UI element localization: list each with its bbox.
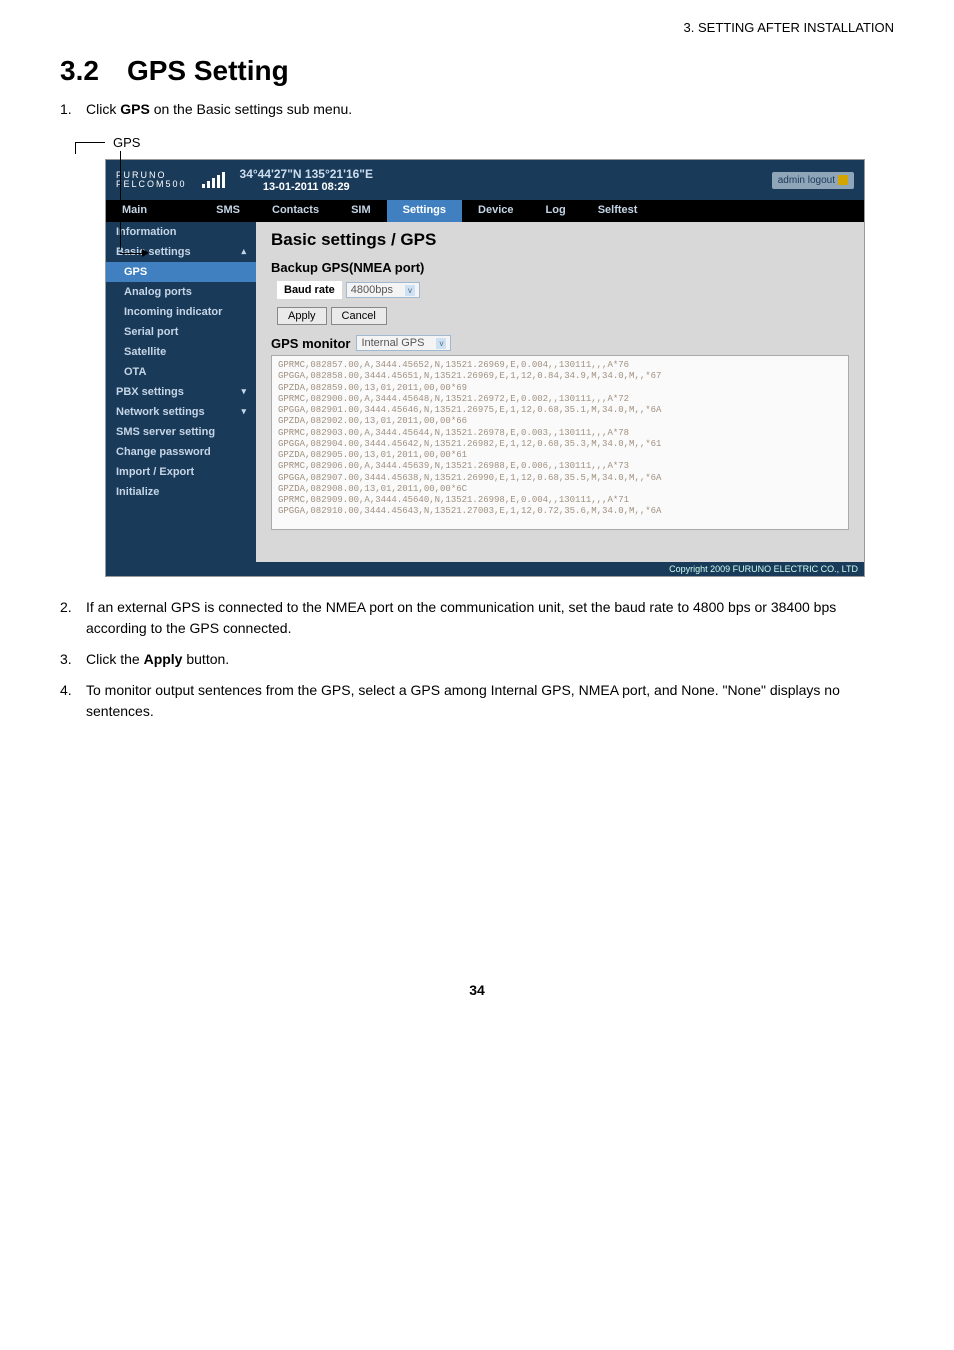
datetime-text: 13-01-2011 08:29 bbox=[240, 181, 373, 193]
sidebar-item-ota[interactable]: OTA bbox=[106, 362, 256, 382]
step-body: If an external GPS is connected to the N… bbox=[86, 597, 894, 639]
content-area: Basic settings / GPS Backup GPS(NMEA por… bbox=[256, 222, 864, 562]
step-body: Click the Apply button. bbox=[86, 649, 894, 670]
baud-rate-select[interactable]: 4800bps v bbox=[346, 282, 420, 298]
step-text: on the Basic settings sub menu. bbox=[150, 101, 352, 117]
header-coords: 34°44'27"N 135°21'16"E 13-01-2011 08:29 bbox=[240, 167, 373, 193]
sidebar-item-gps[interactable]: GPS bbox=[106, 262, 256, 282]
cancel-button[interactable]: Cancel bbox=[331, 307, 387, 325]
model-name: FELCOM500 bbox=[116, 180, 187, 189]
step-2: 2. If an external GPS is connected to th… bbox=[60, 597, 894, 639]
sidebar-item-label: Network settings bbox=[116, 406, 205, 418]
baud-rate-value: 4800bps bbox=[351, 284, 393, 296]
menu-main[interactable]: Main bbox=[106, 200, 163, 222]
section-number: 3.2 bbox=[60, 55, 99, 86]
section-heading: 3.2 GPS Setting bbox=[60, 55, 894, 87]
sidebar-item-sms-server[interactable]: SMS server setting bbox=[106, 422, 256, 442]
indicator-line bbox=[120, 151, 121, 249]
step-number: 2. bbox=[60, 597, 86, 639]
step-3: 3. Click the Apply button. bbox=[60, 649, 894, 670]
lock-icon bbox=[838, 175, 848, 185]
menu-bar: Main SMS Contacts SIM Settings Device Lo… bbox=[106, 200, 864, 222]
gps-monitor-label: GPS monitor bbox=[271, 336, 350, 351]
step-text: Click bbox=[86, 101, 120, 117]
brand-block: FURUNO FELCOM500 bbox=[116, 171, 187, 189]
menu-sim[interactable]: SIM bbox=[335, 200, 387, 222]
step-body: To monitor output sentences from the GPS… bbox=[86, 680, 894, 722]
step-text: Click the bbox=[86, 651, 144, 667]
logout-label: admin logout bbox=[778, 175, 835, 186]
sidebar-item-satellite[interactable]: Satellite bbox=[106, 342, 256, 362]
menu-device[interactable]: Device bbox=[462, 200, 529, 222]
gps-monitor-value: Internal GPS bbox=[361, 337, 424, 349]
menu-contacts[interactable]: Contacts bbox=[256, 200, 335, 222]
sidebar-item-analog-ports[interactable]: Analog ports bbox=[106, 282, 256, 302]
gps-callout: GPS bbox=[113, 135, 140, 150]
sidebar-item-change-password[interactable]: Change password bbox=[106, 442, 256, 462]
app-window: FURUNO FELCOM500 34°44'27"N 135°21'16"E … bbox=[105, 159, 865, 577]
step-1: 1. Click GPS on the Basic settings sub m… bbox=[60, 99, 894, 120]
sidebar-item-serial-port[interactable]: Serial port bbox=[106, 322, 256, 342]
sidebar-item-import-export[interactable]: Import / Export bbox=[106, 462, 256, 482]
step-number: 3. bbox=[60, 649, 86, 670]
sidebar-item-network-settings[interactable]: Network settings bbox=[106, 402, 256, 422]
sidebar-item-incoming-indicator[interactable]: Incoming indicator bbox=[106, 302, 256, 322]
callout-brace bbox=[75, 142, 105, 154]
sidebar: Information Basic settings GPS Analog po… bbox=[106, 222, 256, 562]
sidebar-item-initialize[interactable]: Initialize bbox=[106, 482, 256, 502]
step-bold: GPS bbox=[120, 101, 150, 117]
menu-selftest[interactable]: Selftest bbox=[582, 200, 654, 222]
menu-log[interactable]: Log bbox=[530, 200, 582, 222]
chevron-down-icon: v bbox=[436, 338, 446, 349]
sidebar-item-information[interactable]: Information bbox=[106, 222, 256, 242]
signal-icon bbox=[202, 172, 225, 188]
sidebar-item-pbx-settings[interactable]: PBX settings bbox=[106, 382, 256, 402]
gps-console: GPRMC,082857.00,A,3444.45652,N,13521.269… bbox=[271, 355, 849, 530]
menu-settings[interactable]: Settings bbox=[387, 200, 462, 222]
chevron-down-icon: v bbox=[405, 285, 415, 296]
step-4: 4. To monitor output sentences from the … bbox=[60, 680, 894, 722]
gps-monitor-select[interactable]: Internal GPS v bbox=[356, 335, 451, 351]
copyright-footer: Copyright 2009 FURUNO ELECTRIC CO., LTD bbox=[106, 562, 864, 576]
step-bold: Apply bbox=[144, 651, 183, 667]
step-text: button. bbox=[182, 651, 229, 667]
apply-button[interactable]: Apply bbox=[277, 307, 327, 325]
app-header: FURUNO FELCOM500 34°44'27"N 135°21'16"E … bbox=[106, 160, 864, 200]
sidebar-item-label: PBX settings bbox=[116, 386, 184, 398]
indicator-arrow bbox=[120, 249, 149, 257]
section-title: GPS Setting bbox=[127, 55, 289, 86]
step-body: Click GPS on the Basic settings sub menu… bbox=[86, 99, 894, 120]
logout-button[interactable]: admin logout bbox=[772, 172, 854, 189]
baud-rate-label: Baud rate bbox=[277, 281, 342, 299]
page-number: 34 bbox=[60, 982, 894, 998]
menu-sms[interactable]: SMS bbox=[200, 200, 256, 222]
backup-heading: Backup GPS(NMEA port) bbox=[271, 260, 849, 275]
content-title: Basic settings / GPS bbox=[271, 230, 849, 250]
coords-text: 34°44'27"N 135°21'16"E bbox=[240, 167, 373, 181]
step-number: 1. bbox=[60, 99, 86, 120]
step-number: 4. bbox=[60, 680, 86, 722]
header-context: 3. SETTING AFTER INSTALLATION bbox=[60, 20, 894, 35]
